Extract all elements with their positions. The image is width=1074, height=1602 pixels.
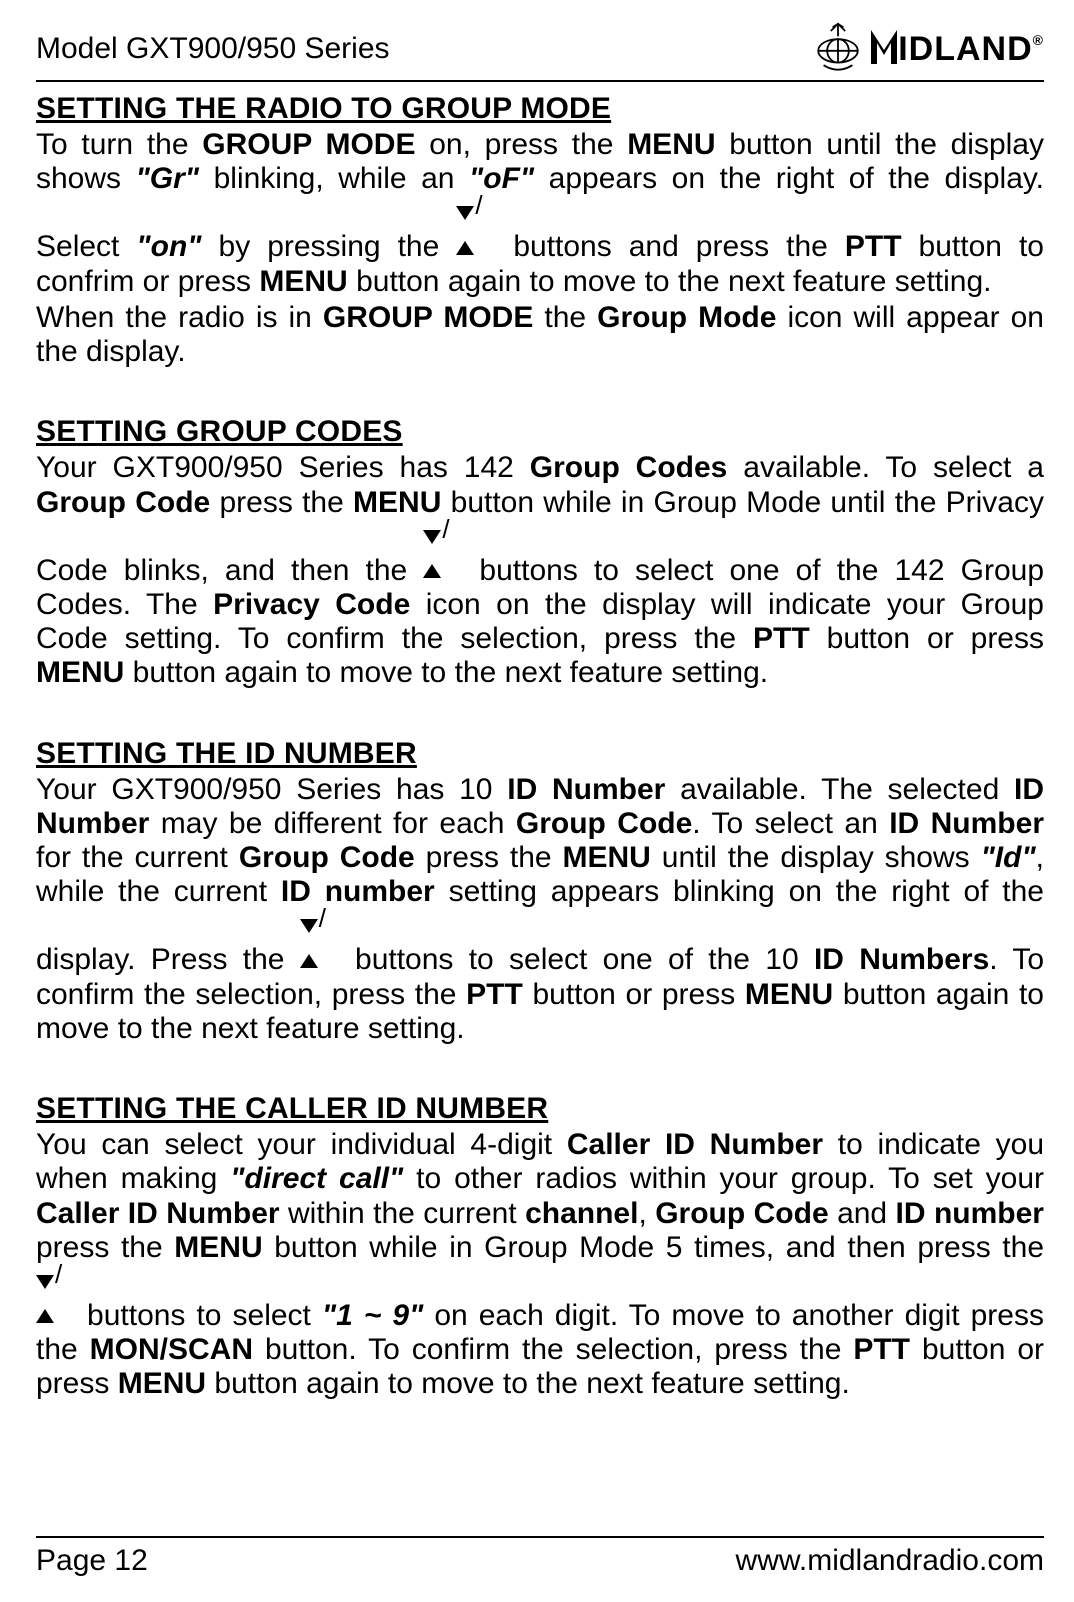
heading-group-codes: SETTING GROUP CODES (36, 415, 1044, 449)
footer-divider (36, 1536, 1044, 1538)
model-label: Model GXT900/950 Series (36, 32, 390, 66)
brand-text: IDLAND® (871, 30, 1044, 69)
page-number: Page 12 (36, 1544, 148, 1578)
group-mode-paragraph-2: When the radio is in GROUP MODE the Grou… (36, 301, 1044, 369)
group-mode-paragraph-1: To turn the GROUP MODE on, press the MEN… (36, 128, 1044, 299)
brand-m-icon (871, 30, 897, 64)
group-codes-paragraph: Your GXT900/950 Series has 142 Group Cod… (36, 451, 1044, 690)
footer: Page 12 www.midlandradio.com (0, 1528, 1074, 1578)
up-down-arrows-icon: / (456, 194, 496, 214)
footer-url: www.midlandradio.com (736, 1544, 1044, 1578)
up-down-arrows-icon: / (423, 518, 463, 538)
id-number-paragraph: Your GXT900/950 Series has 10 ID Number … (36, 773, 1044, 1047)
brand-logo: IDLAND® (811, 22, 1044, 76)
registered-mark: ® (1033, 32, 1044, 48)
header-divider (36, 80, 1044, 82)
globe-icon (811, 22, 865, 76)
header: Model GXT900/950 Series IDLAND® (36, 22, 1044, 76)
up-down-arrows-icon: / (36, 1263, 76, 1283)
up-down-arrows-icon: / (300, 907, 340, 927)
heading-id-number: SETTING THE ID NUMBER (36, 737, 1044, 771)
page-container: Model GXT900/950 Series IDLAND® SETTING … (0, 0, 1074, 1402)
brand-rest: IDLAND (898, 30, 1032, 69)
heading-caller-id: SETTING THE CALLER ID NUMBER (36, 1092, 1044, 1126)
heading-group-mode: SETTING THE RADIO TO GROUP MODE (36, 92, 1044, 126)
caller-id-paragraph: You can select your individual 4-digit C… (36, 1128, 1044, 1402)
